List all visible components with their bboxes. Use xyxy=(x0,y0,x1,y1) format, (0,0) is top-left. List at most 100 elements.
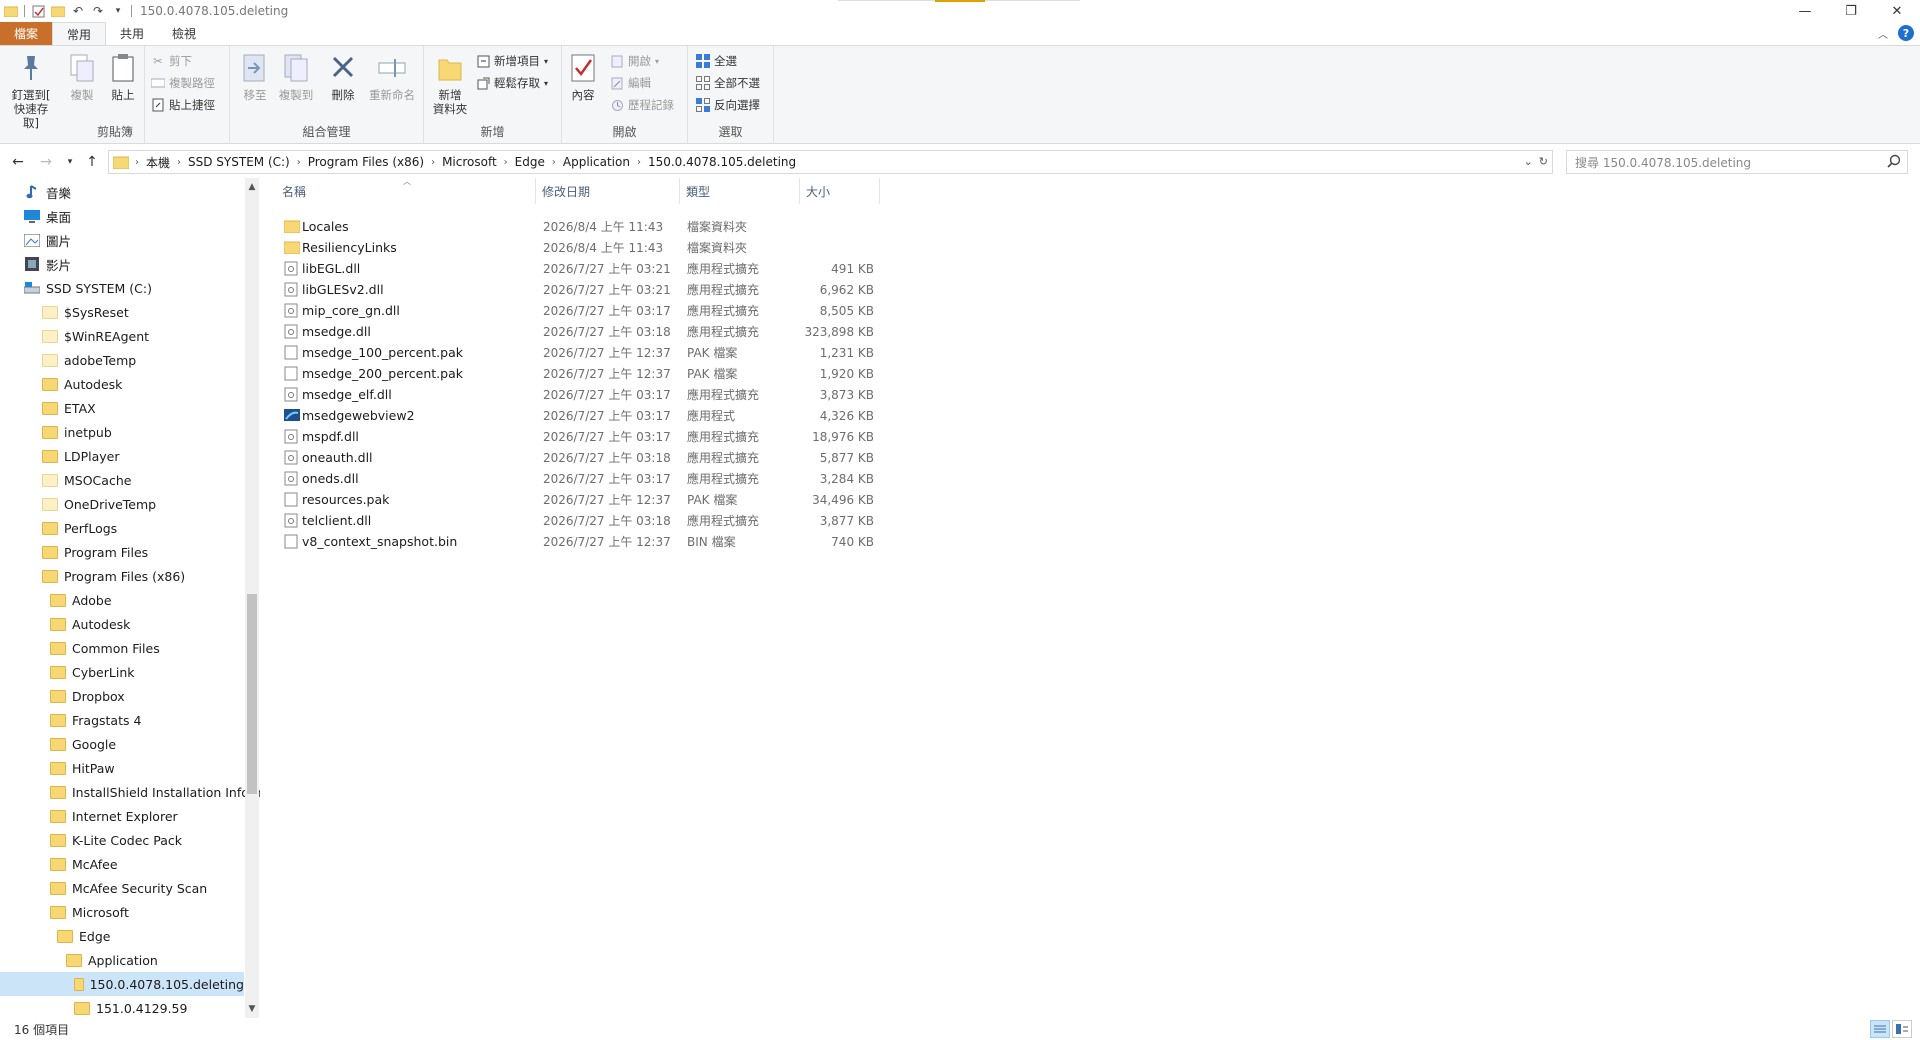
nav-item[interactable]: 桌面 xyxy=(24,204,71,228)
properties-button[interactable]: 內容 xyxy=(568,52,598,102)
nav-item[interactable]: OneDriveTemp xyxy=(42,492,156,516)
nav-item[interactable]: Program Files (x86) xyxy=(42,564,185,588)
move-to-button[interactable]: 移至 xyxy=(240,52,270,102)
nav-item[interactable]: inetpub xyxy=(42,420,112,444)
nav-item[interactable]: PerfLogs xyxy=(42,516,117,540)
easy-access-button[interactable]: 輕鬆存取 ▾ xyxy=(476,74,548,92)
copy-button[interactable]: 複製 xyxy=(66,52,98,102)
breadcrumb-item[interactable]: Program Files (x86) xyxy=(308,155,424,169)
breadcrumb-chevron[interactable]: › xyxy=(504,157,508,168)
nav-item[interactable]: Program Files xyxy=(42,540,148,564)
nav-item[interactable]: 影片 xyxy=(24,252,71,276)
nav-item[interactable]: 151.0.4129.59 xyxy=(74,996,187,1018)
help-icon[interactable]: ? xyxy=(1898,25,1914,41)
search-icon[interactable] xyxy=(1887,154,1901,171)
nav-item[interactable]: Fragstats 4 xyxy=(50,708,141,732)
table-row[interactable]: mspdf.dll 2026/7/27 上午 03:17 應用程式擴充 18,976 … xyxy=(276,426,876,447)
breadcrumb-item[interactable]: Application xyxy=(563,155,630,169)
nav-item[interactable]: Application xyxy=(66,948,158,972)
column-header-name[interactable]: 名稱 ︿ xyxy=(276,177,536,204)
scroll-up-icon[interactable]: ▲ xyxy=(245,180,259,194)
nav-item[interactable]: adobeTemp xyxy=(42,348,136,372)
breadcrumb-root-chevron[interactable]: › xyxy=(135,157,139,168)
search-input[interactable]: 搜尋 150.0.4078.105.deleting xyxy=(1575,154,1751,171)
nav-item[interactable]: Autodesk xyxy=(50,612,130,636)
nav-item[interactable]: SSD SYSTEM (C:) xyxy=(24,276,152,300)
table-row[interactable]: ResiliencyLinks 2026/8/4 上午 11:43 檔案資料夾 xyxy=(276,237,876,258)
nav-item[interactable]: Adobe xyxy=(50,588,112,612)
recent-locations-button[interactable]: ▾ xyxy=(60,152,80,172)
forward-button[interactable]: → xyxy=(36,152,56,172)
tab-share[interactable]: 共用 xyxy=(106,22,158,45)
nav-item[interactable]: Edge xyxy=(57,924,110,948)
nav-item[interactable]: 音樂 xyxy=(24,180,71,204)
breadcrumb-chevron[interactable]: › xyxy=(637,157,641,168)
address-dropdown-icon[interactable]: ⌄ xyxy=(1524,155,1533,168)
properties-quick-icon[interactable] xyxy=(31,4,45,18)
table-row[interactable]: oneauth.dll 2026/7/27 上午 03:18 應用程式擴充 5,877… xyxy=(276,447,876,468)
nav-item[interactable]: CyberLink xyxy=(50,660,135,684)
nav-item[interactable]: Google xyxy=(50,732,116,756)
nav-item[interactable]: McAfee xyxy=(50,852,118,876)
customize-toolbar-icon[interactable]: ▾ xyxy=(111,4,125,18)
large-icons-view-button[interactable] xyxy=(1892,1020,1912,1038)
open-button[interactable]: 開啟 ▾ xyxy=(610,52,659,70)
copy-to-button[interactable]: 複製到 xyxy=(276,52,316,102)
details-view-button[interactable] xyxy=(1870,1020,1890,1038)
nav-item[interactable]: Internet Explorer xyxy=(50,804,178,828)
select-none-button[interactable]: 全部不選 xyxy=(696,74,760,92)
column-header-type[interactable]: 類型 xyxy=(680,178,800,204)
table-row[interactable]: mip_core_gn.dll 2026/7/27 上午 03:17 應用程式擴充 8… xyxy=(276,300,876,321)
scroll-down-icon[interactable]: ▼ xyxy=(245,1002,259,1016)
paste-shortcut-button[interactable]: 貼上捷徑 xyxy=(151,96,215,114)
breadcrumb-item[interactable]: 150.0.4078.105.deleting xyxy=(648,155,796,169)
new-folder-quick-icon[interactable] xyxy=(51,4,65,18)
new-item-button[interactable]: 新增項目 ▾ xyxy=(476,52,548,70)
nav-item[interactable]: $SysReset xyxy=(42,300,129,324)
nav-item[interactable]: McAfee Security Scan xyxy=(50,876,207,900)
invert-selection-button[interactable]: 反向選擇 xyxy=(696,96,760,114)
rename-button[interactable]: 重新命名 xyxy=(366,52,418,102)
table-row[interactable]: resources.pak 2026/7/27 上午 12:37 PAK 檔案 34,… xyxy=(276,489,876,510)
back-button[interactable]: ← xyxy=(8,152,28,172)
table-row[interactable]: msedge_100_percent.pak 2026/7/27 上午 12:37… xyxy=(276,342,876,363)
history-button[interactable]: 歷程記錄 xyxy=(610,96,674,114)
breadcrumb-item[interactable]: SSD SYSTEM (C:) xyxy=(188,155,290,169)
nav-item[interactable]: K-Lite Codec Pack xyxy=(50,828,182,852)
table-row[interactable]: v8_context_snapshot.bin 2026/7/27 上午 12:3… xyxy=(276,531,876,552)
delete-button[interactable]: 刪除 xyxy=(328,52,358,102)
breadcrumb-item[interactable]: Microsoft xyxy=(442,155,497,169)
breadcrumb-chevron[interactable]: › xyxy=(431,157,435,168)
undo-icon[interactable]: ↶ xyxy=(71,4,85,18)
breadcrumb-chevron[interactable]: › xyxy=(297,157,301,168)
nav-item[interactable]: LDPlayer xyxy=(42,444,120,468)
table-row[interactable]: oneds.dll 2026/7/27 上午 03:17 應用程式擴充 3,284 K… xyxy=(276,468,876,489)
edit-button[interactable]: 編輯 xyxy=(610,74,651,92)
table-row[interactable]: libEGL.dll 2026/7/27 上午 03:21 應用程式擴充 491 KB xyxy=(276,258,876,279)
select-all-button[interactable]: 全選 xyxy=(696,52,737,70)
table-row[interactable]: msedge_200_percent.pak 2026/7/27 上午 12:37… xyxy=(276,363,876,384)
search-box[interactable]: 搜尋 150.0.4078.105.deleting xyxy=(1566,150,1908,174)
nav-item[interactable]: ETAX xyxy=(42,396,96,420)
tab-home[interactable]: 常用 xyxy=(52,22,107,45)
nav-item[interactable]: Autodesk xyxy=(42,372,122,396)
breadcrumb-chevron[interactable]: › xyxy=(177,157,181,168)
table-row[interactable]: msedge.dll 2026/7/27 上午 03:18 應用程式擴充 323,89… xyxy=(276,321,876,342)
paste-button[interactable]: 貼上 xyxy=(108,52,138,102)
nav-item[interactable]: Microsoft xyxy=(50,900,129,924)
nav-item[interactable]: $WinREAgent xyxy=(42,324,149,348)
address-bar[interactable]: › 本機 › SSD SYSTEM (C:) › Program Files (x86)… xyxy=(108,150,1553,174)
collapse-ribbon-icon[interactable]: ︿ xyxy=(1878,26,1888,41)
pin-quick-access-button[interactable]: 釘選到[ 快速存取] xyxy=(6,52,56,130)
table-row[interactable]: telclient.dll 2026/7/27 上午 03:18 應用程式擴充 3,8… xyxy=(276,510,876,531)
breadcrumb-chevron[interactable]: › xyxy=(552,157,556,168)
column-header-size[interactable]: 大小 xyxy=(800,178,880,204)
nav-item[interactable]: 150.0.4078.105.deleting xyxy=(0,972,244,996)
nav-scrollbar[interactable]: ▲ ▼ xyxy=(245,178,259,1018)
nav-item[interactable]: InstallShield Installation Informa xyxy=(50,780,260,804)
nav-item[interactable]: HitPaw xyxy=(50,756,115,780)
column-header-date[interactable]: 修改日期 xyxy=(536,178,680,204)
tab-file[interactable]: 檔案 xyxy=(0,22,53,45)
copy-path-button[interactable]: 複製路徑 xyxy=(151,74,215,92)
minimize-button[interactable]: — xyxy=(1782,0,1828,22)
